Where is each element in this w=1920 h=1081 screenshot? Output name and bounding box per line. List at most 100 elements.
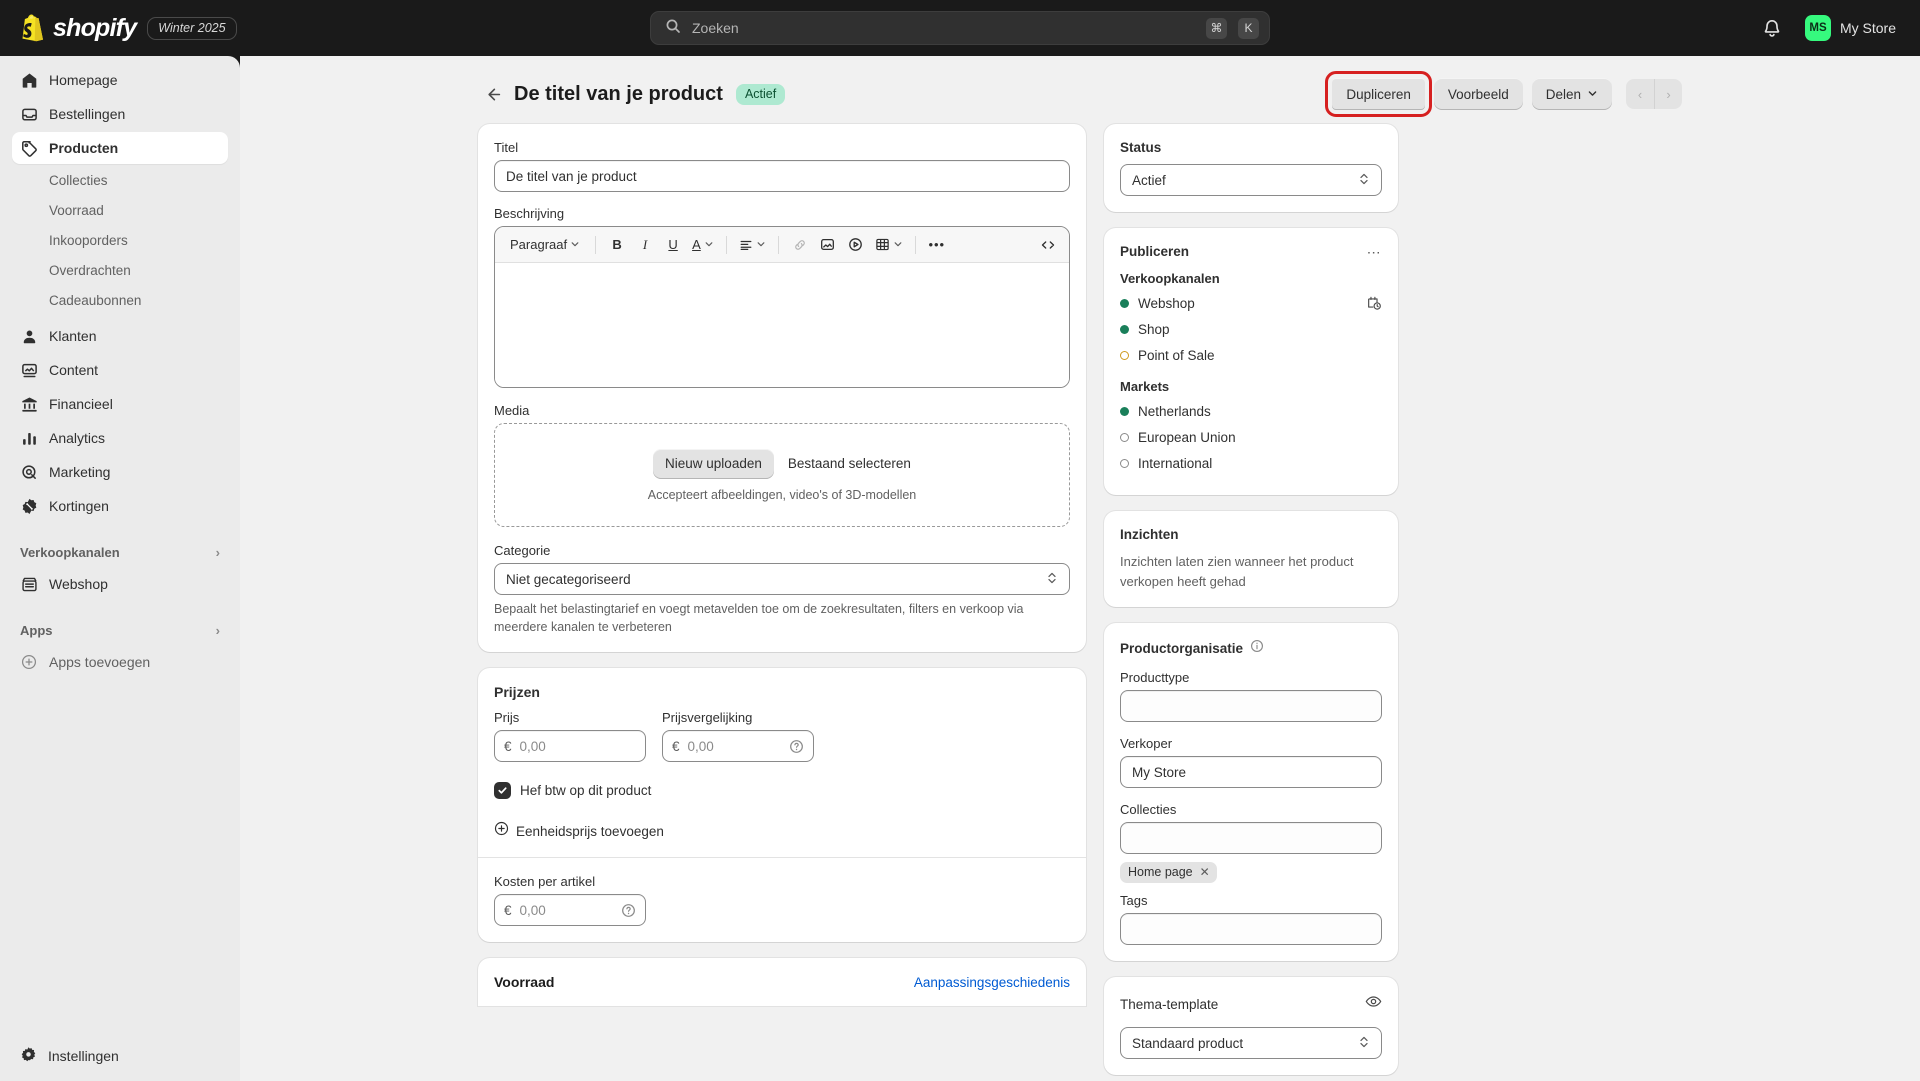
store-name: My Store [1839, 20, 1896, 36]
sidebar-item-producten[interactable]: Producten [12, 132, 228, 164]
insert-table-button[interactable] [871, 232, 907, 258]
schedule-calendar-icon[interactable] [1366, 295, 1382, 311]
add-unit-price-button[interactable]: Eenheidsprijs toevoegen [494, 821, 1070, 841]
product-tag-icon [20, 139, 38, 157]
status-dot-hollow [1120, 432, 1129, 442]
sidebar-item-content[interactable]: Content [12, 354, 228, 386]
sidebar-item-collecties[interactable]: Collecties [12, 166, 228, 196]
shopify-logo[interactable]: shopify [20, 14, 137, 43]
back-button[interactable] [478, 80, 506, 108]
upload-new-button[interactable]: Nieuw uploaden [653, 448, 774, 479]
tax-checkbox-row[interactable]: Hef btw op dit product [494, 782, 1070, 800]
theme-template-select[interactable]: Standaard product [1120, 1027, 1382, 1059]
sidebar-label: Instellingen [48, 1048, 119, 1064]
status-select[interactable]: Actief [1120, 164, 1382, 196]
title-input[interactable]: De titel van je product [494, 160, 1070, 192]
collections-input[interactable] [1120, 822, 1382, 854]
paragraph-label: Paragraaf [510, 237, 568, 252]
sidebar-item-apps-toevoegen[interactable]: Apps toevoegen [12, 646, 228, 678]
category-select[interactable]: Niet gecategoriseerd [494, 563, 1070, 595]
publish-header: Publiceren ⋯ [1120, 244, 1382, 259]
price-input[interactable]: € 0,00 [494, 730, 646, 763]
text-color-label: A [692, 237, 701, 252]
organization-header: Productorganisatie [1120, 639, 1382, 658]
sidebar-item-cadeaubonnen[interactable]: Cadeaubonnen [12, 286, 228, 316]
kbd-k: K [1238, 17, 1259, 39]
global-search[interactable]: Zoeken ⌘ K [650, 11, 1270, 45]
media-dropzone[interactable]: Nieuw uploaden Bestaand selecteren Accep… [494, 423, 1070, 527]
next-product-button[interactable]: › [1654, 79, 1682, 109]
sidebar-label: Webshop [49, 576, 108, 592]
page-header: De titel van je product Actief Duplicere… [470, 71, 1690, 117]
status-title: Status [1120, 140, 1162, 155]
remove-collection-icon[interactable]: ✕ [1200, 865, 1210, 879]
market-row: European Union [1120, 427, 1382, 447]
duplicate-button[interactable]: Dupliceren [1325, 71, 1432, 117]
html-code-button[interactable] [1035, 232, 1061, 258]
price-fields-row: Prijs € 0,00 Prijsvergelijking € 0,00 [494, 710, 1070, 763]
channel-label: Webshop [1138, 295, 1195, 311]
sidebar-item-inkooporders[interactable]: Inkooporders [12, 226, 228, 256]
product-type-input[interactable] [1120, 690, 1382, 722]
italic-button[interactable]: I [632, 232, 658, 258]
eye-preview-icon[interactable] [1365, 993, 1382, 1015]
channel-row: Shop [1120, 319, 1382, 339]
right-column: Status Actief Publiceren ⋯ Verkoopkanale… [1104, 124, 1398, 1081]
notifications-bell-icon[interactable] [1761, 17, 1783, 39]
status-dot-hollow [1120, 458, 1129, 468]
description-editor: Paragraaf B I U A ••• [494, 226, 1070, 388]
prices-title: Prijzen [494, 684, 540, 701]
align-button[interactable] [735, 232, 770, 258]
text-color-button[interactable]: A [688, 232, 718, 258]
shopify-bag-icon [20, 14, 46, 43]
cost-per-item-input[interactable]: € 0,00 [494, 894, 646, 927]
help-icon[interactable] [621, 903, 636, 918]
previous-product-button[interactable]: ‹ [1626, 79, 1654, 109]
link-button[interactable] [787, 232, 813, 258]
share-button[interactable]: Delen [1531, 78, 1612, 110]
sidebar-section-verkoopkanalen[interactable]: Verkoopkanalen › [12, 536, 228, 568]
sidebar-item-overdrachten[interactable]: Overdrachten [12, 256, 228, 286]
content-columns: Titel De titel van je product Beschrijvi… [470, 124, 1690, 1081]
tax-checkbox-label: Hef btw op dit product [520, 783, 652, 799]
sidebar-item-kortingen[interactable]: Kortingen [12, 490, 228, 522]
top-bar-right: MS My Store [1761, 12, 1902, 44]
sidebar-item-marketing[interactable]: Marketing [12, 456, 228, 488]
description-textarea[interactable] [495, 263, 1069, 387]
sidebar-item-financieel[interactable]: Financieel [12, 388, 228, 420]
sidebar-item-voorraad[interactable]: Voorraad [12, 196, 228, 226]
select-existing-button[interactable]: Bestaand selecteren [788, 456, 911, 471]
search-box[interactable]: Zoeken ⌘ K [650, 11, 1270, 45]
info-icon[interactable] [1250, 639, 1264, 658]
preview-button[interactable]: Voorbeeld [1433, 78, 1523, 110]
help-icon[interactable] [789, 739, 804, 754]
more-options-button[interactable]: ••• [924, 232, 950, 258]
insert-image-button[interactable] [815, 232, 841, 258]
adjustment-history-link[interactable]: Aanpassingsgeschiedenis [914, 975, 1070, 990]
insert-video-button[interactable] [843, 232, 869, 258]
store-switcher[interactable]: MS My Store [1799, 12, 1902, 44]
sidebar-item-analytics[interactable]: Analytics [12, 422, 228, 454]
category-helper-text: Bepaalt het belastingtarief en voegt met… [494, 602, 1024, 635]
editor-toolbar: Paragraaf B I U A ••• [495, 227, 1069, 263]
markets-title: Markets [1120, 379, 1170, 394]
underline-button[interactable]: U [660, 232, 686, 258]
cost-currency: € [504, 902, 512, 918]
sidebar-item-webshop[interactable]: Webshop [12, 568, 228, 600]
vendor-input[interactable]: My Store [1120, 756, 1382, 788]
sidebar-item-homepage[interactable]: Homepage [12, 64, 228, 96]
chevron-updown-icon [1046, 571, 1058, 588]
sidebar-item-instellingen[interactable]: Instellingen [12, 1039, 228, 1073]
brand-area: shopify Winter 2025 [0, 14, 237, 43]
publish-title: Publiceren [1120, 244, 1190, 259]
sidebar-item-bestellingen[interactable]: Bestellingen [12, 98, 228, 130]
paragraph-style-dropdown[interactable]: Paragraaf [503, 232, 587, 258]
tags-input[interactable] [1120, 913, 1382, 945]
sidebar-section-apps[interactable]: Apps › [12, 614, 228, 646]
publish-more-icon[interactable]: ⋯ [1367, 245, 1382, 259]
bold-button[interactable]: B [604, 232, 630, 258]
webshop-icon [20, 575, 38, 593]
tax-checkbox[interactable] [494, 782, 511, 800]
compare-price-input[interactable]: € 0,00 [662, 730, 814, 763]
sidebar-item-klanten[interactable]: Klanten [12, 320, 228, 352]
